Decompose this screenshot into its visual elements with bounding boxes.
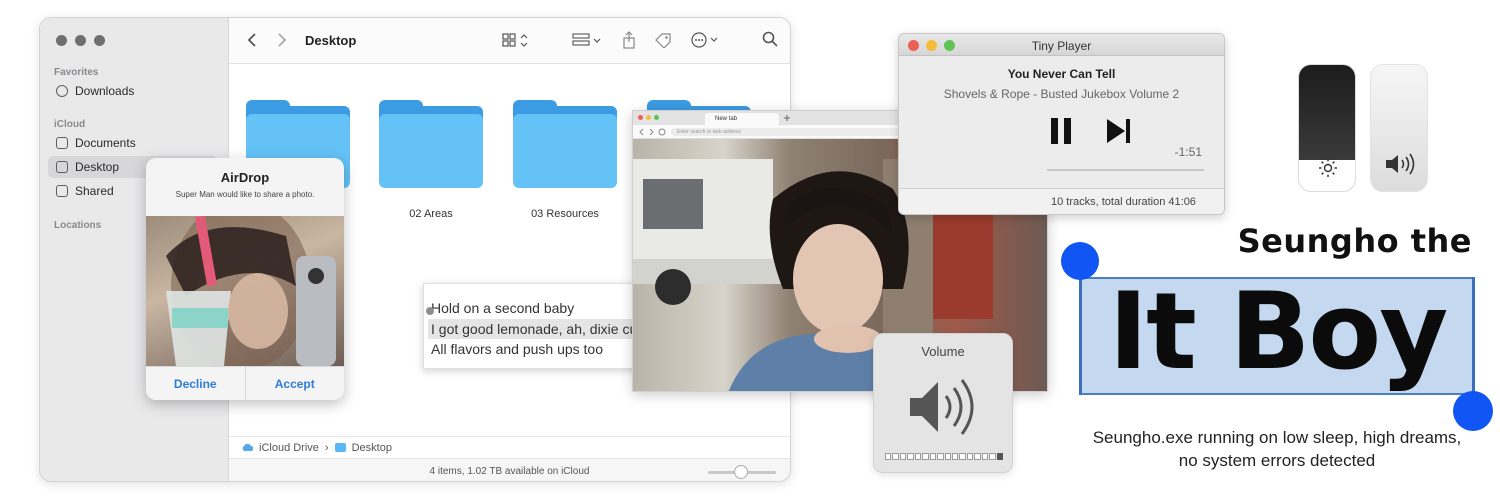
download-icon	[56, 85, 68, 97]
back-arrow-icon[interactable]	[247, 32, 257, 48]
shared-photo	[146, 216, 344, 366]
minimize-button[interactable]	[75, 35, 86, 46]
accept-button[interactable]: Accept	[246, 367, 345, 400]
search-icon[interactable]	[762, 31, 778, 47]
volume-segment	[892, 453, 899, 460]
new-tab-icon[interactable]	[783, 114, 791, 122]
artist-album: Shovels & Rope - Busted Jukebox Volume 2	[943, 87, 1180, 101]
volume-segment	[996, 453, 1003, 460]
path-root[interactable]: iCloud Drive	[259, 442, 319, 454]
volume-segment	[959, 453, 966, 460]
sun-icon	[1319, 159, 1337, 177]
airdrop-dialog: AirDrop Super Man would like to share a …	[146, 158, 344, 400]
headline: Seungho the	[1237, 222, 1472, 260]
volume-segment	[937, 453, 944, 460]
photo-illustration	[166, 216, 336, 366]
selection-handle-dot[interactable]	[1453, 391, 1493, 431]
volume-hud: Volume	[873, 333, 1013, 473]
finder-toolbar: Desktop	[229, 18, 790, 64]
pause-icon[interactable]	[1047, 118, 1077, 144]
brightness-slider[interactable]	[1298, 64, 1356, 192]
window-title: Desktop	[305, 33, 357, 48]
volume-title: Volume	[921, 344, 965, 359]
volume-segment	[929, 453, 937, 460]
path-bar: iCloud Drive › Desktop	[229, 436, 790, 458]
time-remaining: -1:51	[1174, 145, 1202, 159]
navigation-icons[interactable]	[639, 128, 667, 136]
path-separator: ›	[324, 441, 329, 454]
volume-segment	[989, 453, 996, 460]
dialog-buttons: Decline Accept	[146, 366, 344, 400]
sidebar-section-icloud: iCloud	[54, 119, 86, 130]
volume-segment	[899, 453, 907, 460]
music-player-window: Tiny Player You Never Can Tell Shovels &…	[898, 33, 1225, 215]
volume-segment	[914, 453, 922, 460]
window-controls[interactable]	[56, 35, 105, 46]
volume-segment	[922, 453, 929, 460]
status-bar: 4 items, 1.02 TB available on iCloud	[229, 458, 790, 481]
sidebar-section-locations: Locations	[54, 220, 102, 231]
banner-title: It Boy	[1108, 270, 1449, 393]
minimize-button[interactable]	[646, 115, 651, 120]
zoom-button[interactable]	[94, 35, 105, 46]
speaker-icon	[1386, 153, 1415, 175]
volume-segment	[974, 453, 981, 460]
shared-folder-icon	[56, 185, 68, 197]
volume-slider[interactable]	[1370, 64, 1428, 192]
volume-segment	[951, 453, 959, 460]
volume-segment	[944, 453, 951, 460]
volume-segment	[907, 453, 914, 460]
sidebar-item-label: Shared	[75, 184, 114, 198]
slider-knob[interactable]	[734, 465, 748, 479]
close-button[interactable]	[638, 115, 643, 120]
document-icon	[56, 137, 68, 149]
playlist-summary: 10 tracks, total duration 41:06	[899, 188, 1224, 214]
icloud-icon	[242, 443, 253, 451]
group-by-icon[interactable]	[572, 33, 604, 49]
zoom-button[interactable]	[654, 115, 659, 120]
share-icon[interactable]	[622, 31, 636, 49]
tag-icon[interactable]	[654, 32, 672, 48]
decline-button[interactable]: Decline	[146, 367, 246, 400]
sidebar-item-downloads[interactable]: Downloads	[48, 80, 218, 102]
volume-segment	[966, 453, 974, 460]
status-text: 4 items, 1.02 TB available on iCloud	[429, 465, 590, 477]
sidebar-section-favorites: Favorites	[54, 67, 99, 78]
sidebar-item-label: Desktop	[75, 160, 120, 174]
path-current[interactable]: Desktop	[352, 442, 392, 454]
slider-fill	[1299, 65, 1355, 160]
volume-segment	[885, 453, 892, 460]
next-track-icon[interactable]	[1105, 118, 1133, 144]
forward-arrow-icon[interactable]	[277, 32, 287, 48]
icon-size-slider[interactable]	[708, 465, 776, 479]
speaker-icon	[910, 379, 974, 435]
close-button[interactable]	[56, 35, 67, 46]
player-titlebar: Tiny Player	[899, 34, 1224, 56]
dialog-title: AirDrop	[220, 170, 270, 185]
song-title: You Never Can Tell	[1007, 67, 1116, 81]
browser-tab[interactable]: New tab	[705, 113, 779, 125]
folder-icon[interactable]	[513, 100, 617, 188]
caption: Seungho.exe running on low sleep, high d…	[1092, 428, 1462, 470]
sidebar-item-label: Downloads	[75, 84, 135, 98]
volume-segment	[981, 453, 989, 460]
folder-icon[interactable]	[379, 100, 483, 188]
desktop-icon	[56, 161, 68, 173]
dialog-message: Super Man would like to share a photo.	[175, 190, 315, 199]
volume-level-bar[interactable]	[885, 453, 1003, 460]
window-controls[interactable]	[638, 115, 659, 120]
selection-handle-dot[interactable]	[1061, 242, 1099, 280]
sidebar-item-documents[interactable]: Documents	[48, 132, 218, 154]
playback-progress[interactable]	[1047, 169, 1204, 171]
sidebar-item-label: Documents	[75, 136, 136, 150]
folder-label[interactable]: 02 Areas	[371, 208, 491, 220]
view-grid-icon[interactable]	[502, 33, 532, 49]
more-actions-icon[interactable]	[691, 32, 723, 48]
selection-handle-start[interactable]	[426, 307, 434, 315]
player-window-title: Tiny Player	[1031, 39, 1092, 53]
folder-icon	[334, 443, 346, 452]
folder-label[interactable]: 03 Resources	[505, 208, 625, 220]
